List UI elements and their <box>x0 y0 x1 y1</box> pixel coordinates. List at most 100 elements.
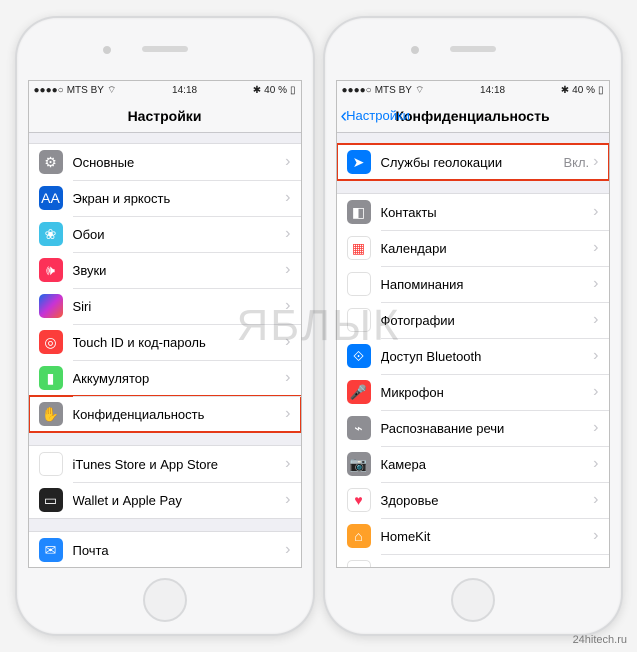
back-label: Настройки <box>346 108 410 123</box>
row-speech[interactable]: ⌁Распознавание речи› <box>337 410 609 446</box>
settings-group: ⚙Основные›AAЭкран и яркость›❀Обои›🕪Звуки… <box>29 143 301 433</box>
row-photos[interactable]: ✿Фотографии› <box>337 302 609 338</box>
row-mic[interactable]: 🎤Микрофон› <box>337 374 609 410</box>
row-label: Основные <box>73 155 286 170</box>
row-label: Звуки <box>73 263 286 278</box>
chevron-right-icon: › <box>593 347 598 365</box>
settings-group: ✉Почта› <box>29 531 301 567</box>
row-privacy[interactable]: ✋Конфиденциальность› <box>29 396 301 432</box>
carrier: MTS BY <box>67 85 104 96</box>
wifi-icon: ⌔ <box>415 84 424 97</box>
battery-pct: 40 % <box>572 85 595 96</box>
screen-right: ●●●●○ MTS BY ⌔ 14:18 ✱ 40 % ▯ ‹ Настройк… <box>336 80 610 568</box>
row-label: Siri <box>73 299 286 314</box>
credit: 24hitech.ru <box>573 634 627 646</box>
row-label: Фотографии <box>381 313 594 328</box>
row-camera[interactable]: 📷 Камера› <box>337 446 609 482</box>
chevron-right-icon: › <box>593 563 598 567</box>
chevron-right-icon: › <box>285 261 290 279</box>
display-icon: AA <box>39 186 63 210</box>
health-icon: ♥ <box>347 488 371 512</box>
location-icon: ➤ <box>347 150 371 174</box>
row-contacts[interactable]: ◧Контакты› <box>337 194 609 230</box>
row-location[interactable]: ➤Службы геолокацииВкл.› <box>337 144 609 180</box>
row-media[interactable]: ♫ Медиа и Apple Music› <box>337 554 609 567</box>
row-general[interactable]: ⚙Основные› <box>29 144 301 180</box>
row-wallpaper[interactable]: ❀Обои› <box>29 216 301 252</box>
chevron-right-icon: › <box>593 383 598 401</box>
front-camera <box>411 46 419 54</box>
row-bluetooth[interactable]: ⟐ Доступ Bluetooth› <box>337 338 609 374</box>
settings-list[interactable]: ⚙Основные›AAЭкран и яркость›❀Обои›🕪Звуки… <box>29 133 301 567</box>
phone-right: ●●●●○ MTS BY ⌔ 14:18 ✱ 40 % ▯ ‹ Настройк… <box>323 16 623 636</box>
row-label: Медиа и Apple Music <box>381 565 594 568</box>
front-camera <box>103 46 111 54</box>
row-label: Здоровье <box>381 493 594 508</box>
status-bar: ●●●●○ MTS BY ⌔ 14:18 ✱ 40 % ▯ <box>29 81 301 99</box>
row-label: Календари <box>381 241 594 256</box>
row-display[interactable]: AAЭкран и яркость› <box>29 180 301 216</box>
battery-icon: ▮ <box>39 366 63 390</box>
row-label: Почта <box>73 543 286 558</box>
chevron-right-icon: › <box>593 275 598 293</box>
status-time: 14:18 <box>480 85 505 96</box>
reminders-icon: ☰ <box>347 272 371 296</box>
page-title: Настройки <box>128 108 202 124</box>
row-itunes[interactable]: ⒶiTunes Store и App Store› <box>29 446 301 482</box>
status-time: 14:18 <box>172 85 197 96</box>
camera-icon: 📷 <box>347 452 371 476</box>
sounds-icon: 🕪 <box>39 258 63 282</box>
wallet-icon: ▭ <box>39 488 63 512</box>
chevron-right-icon: › <box>285 405 290 423</box>
row-calendar[interactable]: ▦Календари› <box>337 230 609 266</box>
back-button[interactable]: ‹ Настройки <box>341 108 410 123</box>
calendar-icon: ▦ <box>347 236 371 260</box>
screen-left: ●●●●○ MTS BY ⌔ 14:18 ✱ 40 % ▯ Настройки … <box>28 80 302 568</box>
speaker <box>142 46 188 52</box>
chevron-right-icon: › <box>593 491 598 509</box>
general-icon: ⚙ <box>39 150 63 174</box>
itunes-icon: Ⓐ <box>39 452 63 476</box>
battery-pct: 40 % <box>264 85 287 96</box>
photos-icon: ✿ <box>347 308 371 332</box>
row-reminders[interactable]: ☰Напоминания› <box>337 266 609 302</box>
navbar: Настройки <box>29 99 301 133</box>
row-battery[interactable]: ▮Аккумулятор› <box>29 360 301 396</box>
home-button[interactable] <box>451 578 495 622</box>
row-label: Доступ Bluetooth <box>381 349 594 364</box>
speaker <box>450 46 496 52</box>
chevron-right-icon: › <box>593 455 598 473</box>
chevron-right-icon: › <box>593 527 598 545</box>
row-health[interactable]: ♥ Здоровье› <box>337 482 609 518</box>
chevron-right-icon: › <box>285 369 290 387</box>
wallpaper-icon: ❀ <box>39 222 63 246</box>
battery-icon: ▯ <box>290 85 296 96</box>
chevron-right-icon: › <box>285 225 290 243</box>
mail-icon: ✉ <box>39 538 63 562</box>
row-label: Wallet и Apple Pay <box>73 493 286 508</box>
row-homekit[interactable]: ⌂HomeKit› <box>337 518 609 554</box>
chevron-right-icon: › <box>285 455 290 473</box>
bluetooth-icon: ✱ <box>253 85 261 96</box>
row-label: Камера <box>381 457 594 472</box>
row-touchid[interactable]: ◎ Touch ID и код-пароль› <box>29 324 301 360</box>
row-label: Touch ID и код-пароль <box>73 335 286 350</box>
row-label: iTunes Store и App Store <box>73 457 286 472</box>
touchid-icon: ◎ <box>39 330 63 354</box>
navbar: ‹ Настройки Конфиденциальность <box>337 99 609 133</box>
row-sounds[interactable]: 🕪 Звуки› <box>29 252 301 288</box>
signal-icon: ●●●●○ <box>342 85 372 96</box>
chevron-right-icon: › <box>285 491 290 509</box>
row-wallet[interactable]: ▭ Wallet и Apple Pay› <box>29 482 301 518</box>
row-mail[interactable]: ✉Почта› <box>29 532 301 567</box>
chevron-right-icon: › <box>593 419 598 437</box>
row-label: Распознавание речи <box>381 421 594 436</box>
chevron-right-icon: › <box>285 333 290 351</box>
privacy-list[interactable]: ➤Службы геолокацииВкл.› ◧Контакты› ▦ Календ… <box>337 133 609 567</box>
row-siri[interactable]: Siri› <box>29 288 301 324</box>
media-icon: ♫ <box>347 560 371 567</box>
mic-icon: 🎤 <box>347 380 371 404</box>
row-label: Экран и яркость <box>73 191 286 206</box>
bluetooth-icon: ⟐ <box>347 344 371 368</box>
home-button[interactable] <box>143 578 187 622</box>
